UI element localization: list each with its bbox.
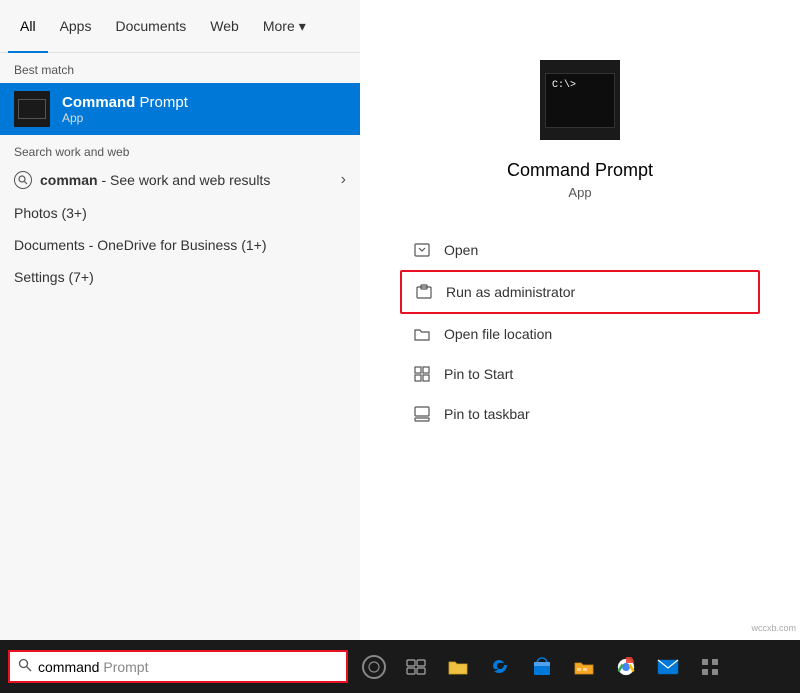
photos-result-text: Photos (3+)	[14, 205, 87, 221]
search-web-item[interactable]: comman - See work and web results ›	[0, 163, 360, 197]
best-match-label: Best match	[0, 53, 360, 83]
tab-documents[interactable]: Documents	[103, 0, 198, 53]
mail-button[interactable]	[648, 640, 688, 693]
file-explorer-button[interactable]	[438, 640, 478, 693]
action-open-label: Open	[444, 242, 478, 258]
terminal-icon-inner	[18, 99, 46, 119]
chevron-right-icon: ›	[341, 171, 346, 189]
pin-start-icon	[412, 364, 432, 384]
right-panel: Command Prompt App Open Run as administr…	[360, 0, 800, 640]
action-list: Open Run as administrator Open file loca…	[360, 230, 800, 434]
photos-result[interactable]: Photos (3+)	[0, 197, 360, 229]
more-apps-button[interactable]	[690, 640, 730, 693]
action-run-as-admin[interactable]: Run as administrator	[400, 270, 760, 314]
task-view-button[interactable]	[396, 640, 436, 693]
taskbar: command Prompt	[0, 640, 800, 693]
store-button[interactable]	[522, 640, 562, 693]
best-match-text: Command Prompt App	[62, 94, 188, 125]
cortana-circle-icon	[362, 655, 386, 679]
search-web-text: comman - See work and web results	[40, 172, 270, 188]
action-pin-start[interactable]: Pin to Start	[400, 354, 760, 394]
folder-icon	[412, 324, 432, 344]
action-open[interactable]: Open	[400, 230, 760, 270]
tabs-bar: All Apps Documents Web More ▾	[0, 0, 360, 53]
tab-all[interactable]: All	[8, 0, 48, 53]
documents-result[interactable]: Documents - OneDrive for Business (1+)	[0, 229, 360, 261]
watermark: wccxb.com	[751, 623, 796, 633]
tab-web[interactable]: Web	[198, 0, 251, 53]
pin-taskbar-icon	[412, 404, 432, 424]
action-open-file-location[interactable]: Open file location	[400, 314, 760, 354]
search-results-content: Best match Command Prompt App Search wor…	[0, 53, 360, 640]
settings-result-text: Settings (7+)	[14, 269, 94, 285]
action-file-location-label: Open file location	[444, 326, 552, 342]
taskbar-icons	[354, 640, 730, 693]
search-web-section-label: Search work and web	[0, 135, 360, 163]
app-title: Command Prompt	[507, 160, 653, 181]
best-match-subtitle: App	[62, 111, 188, 125]
action-pin-taskbar-label: Pin to taskbar	[444, 406, 530, 422]
chrome-button[interactable]	[606, 640, 646, 693]
cortana-button[interactable]	[354, 640, 394, 693]
admin-icon	[414, 282, 434, 302]
tab-more[interactable]: More ▾	[251, 0, 318, 53]
taskbar-search-box[interactable]: command Prompt	[8, 650, 348, 683]
action-pin-start-label: Pin to Start	[444, 366, 513, 382]
settings-result[interactable]: Settings (7+)	[0, 261, 360, 293]
search-panel: All Apps Documents Web More ▾ Best match…	[0, 0, 360, 640]
action-admin-label: Run as administrator	[446, 284, 575, 300]
chevron-down-icon: ▾	[299, 18, 306, 35]
action-pin-taskbar[interactable]: Pin to taskbar	[400, 394, 760, 434]
taskbar-search-text: command Prompt	[38, 659, 148, 675]
terminal-large-icon	[545, 73, 615, 128]
best-match-item[interactable]: Command Prompt App	[0, 83, 360, 135]
app-type: App	[568, 185, 591, 200]
documents-result-text: Documents - OneDrive for Business (1+)	[14, 237, 266, 253]
tab-apps[interactable]: Apps	[48, 0, 104, 53]
edge-button[interactable]	[480, 640, 520, 693]
folder-button[interactable]	[564, 640, 604, 693]
app-icon-large	[540, 60, 620, 140]
open-icon	[412, 240, 432, 260]
search-circle-icon	[14, 171, 32, 189]
command-prompt-icon	[14, 91, 50, 127]
taskbar-search-icon	[18, 658, 32, 675]
best-match-title: Command Prompt	[62, 94, 188, 111]
